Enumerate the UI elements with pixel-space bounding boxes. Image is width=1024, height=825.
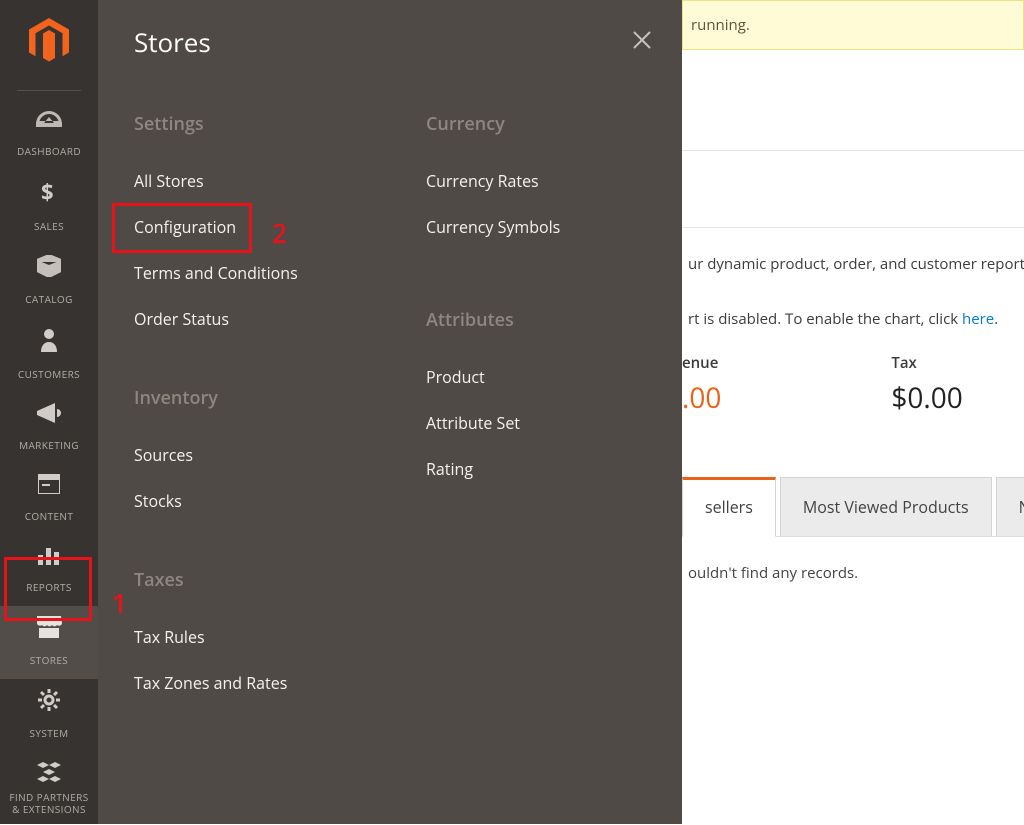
flyout-link-configuration[interactable]: Configuration: [134, 204, 390, 250]
system-message-banner: running.: [682, 0, 1024, 50]
flyout-link-attribute-set[interactable]: Attribute Set: [426, 400, 682, 446]
sidebar-label: SALES: [34, 219, 64, 233]
stat-label: enue: [682, 353, 721, 373]
tab-most-viewed[interactable]: Most Viewed Products: [780, 477, 992, 536]
sidebar-label: SYSTEM: [29, 726, 68, 740]
sidebar-item-stores[interactable]: STORES: [0, 606, 98, 679]
sidebar-item-partners[interactable]: FIND PARTNERS & EXTENSIONS: [0, 752, 98, 825]
flyout-link-terms[interactable]: Terms and Conditions: [134, 250, 390, 296]
sidebar-label: MARKETING: [19, 438, 79, 452]
close-icon[interactable]: [632, 30, 652, 55]
sidebar-label: REPORTS: [26, 580, 72, 594]
sidebar-item-sales[interactable]: $ SALES: [0, 170, 98, 245]
chart-msg-text: rt is disabled. To enable the chart, cli…: [688, 309, 962, 329]
empty-records-message: ouldn't find any records.: [682, 537, 1024, 583]
flyout-link-stocks[interactable]: Stocks: [134, 478, 390, 524]
sidebar-label: CUSTOMERS: [18, 367, 80, 381]
flyout-link-tax-zones[interactable]: Tax Zones and Rates: [134, 660, 390, 706]
flyout-heading-attributes: Attributes: [426, 308, 682, 332]
magento-logo-icon[interactable]: [29, 18, 69, 69]
flyout-heading-inventory: Inventory: [134, 386, 390, 410]
chart-msg-suffix: .: [994, 309, 998, 329]
sidebar-item-customers[interactable]: CUSTOMERS: [0, 318, 98, 393]
stat-value: $0.00: [891, 379, 962, 417]
flyout-heading-settings: Settings: [134, 112, 390, 136]
blocks-icon: [0, 762, 98, 787]
svg-text:$: $: [41, 180, 54, 204]
admin-sidebar: DASHBOARD $ SALES CATALOG CUSTOMERS MARK…: [0, 0, 98, 824]
flyout-title: Stores: [134, 24, 211, 60]
box-icon: [0, 255, 98, 282]
tab-bestsellers[interactable]: sellers: [682, 477, 776, 537]
sidebar-label: CONTENT: [25, 509, 74, 523]
sidebar-item-content[interactable]: CONTENT: [0, 464, 98, 535]
sidebar-label: DASHBOARD: [17, 144, 81, 158]
megaphone-icon: [0, 403, 98, 428]
sidebar-label: STORES: [30, 653, 68, 667]
flyout-body: Settings All Stores Configuration Terms …: [98, 80, 682, 750]
flyout-header: Stores: [98, 24, 682, 80]
banner-text: running.: [691, 15, 750, 35]
stat-tax: Tax $0.00: [891, 353, 962, 417]
sidebar-item-marketing[interactable]: MARKETING: [0, 393, 98, 464]
totals-row: enue .00 Tax $0.00: [682, 341, 1024, 443]
sidebar-label: FIND PARTNERS & EXTENSIONS: [0, 791, 98, 815]
sidebar-divider: [17, 90, 81, 91]
chart-disabled-message: rt is disabled. To enable the chart, cli…: [682, 303, 1024, 341]
flyout-link-all-stores[interactable]: All Stores: [134, 158, 390, 204]
dollar-icon: $: [0, 180, 98, 209]
flyout-heading-currency: Currency: [426, 112, 682, 136]
tab-new[interactable]: New: [996, 477, 1024, 536]
stat-value: .00: [682, 379, 721, 417]
flyout-link-rating[interactable]: Rating: [426, 446, 682, 492]
flyout-col-right: Currency Currency Rates Currency Symbols…: [390, 80, 682, 750]
flyout-link-currency-rates[interactable]: Currency Rates: [426, 158, 682, 204]
flyout-heading-taxes: Taxes: [134, 568, 390, 592]
sidebar-label: CATALOG: [25, 292, 73, 306]
flyout-link-sources[interactable]: Sources: [134, 432, 390, 478]
gauge-icon: [0, 111, 98, 134]
flyout-link-order-status[interactable]: Order Status: [134, 296, 390, 342]
stat-label: Tax: [891, 353, 962, 373]
sidebar-item-catalog[interactable]: CATALOG: [0, 245, 98, 318]
stores-flyout-panel: Stores Settings All Stores Configuration…: [98, 0, 682, 824]
flyout-link-currency-symbols[interactable]: Currency Symbols: [426, 204, 682, 250]
gear-icon: [0, 689, 98, 716]
person-icon: [0, 328, 98, 357]
dashboard-tabs: sellers Most Viewed Products New: [682, 477, 1024, 537]
storefront-icon: [0, 616, 98, 643]
chart-enable-link[interactable]: here: [962, 309, 994, 329]
page-content: running. ur dynamic product, order, and …: [682, 0, 1024, 824]
sidebar-item-dashboard[interactable]: DASHBOARD: [0, 101, 98, 170]
flyout-link-tax-rules[interactable]: Tax Rules: [134, 614, 390, 660]
flyout-col-left: Settings All Stores Configuration Terms …: [98, 80, 390, 750]
sidebar-item-system[interactable]: SYSTEM: [0, 679, 98, 752]
layout-icon: [0, 474, 98, 499]
stat-revenue: enue .00: [682, 353, 721, 417]
sidebar-item-reports[interactable]: REPORTS: [0, 535, 98, 606]
bars-icon: [0, 545, 98, 570]
flyout-link-product[interactable]: Product: [426, 354, 682, 400]
report-intro-text: ur dynamic product, order, and customer …: [682, 228, 1024, 303]
